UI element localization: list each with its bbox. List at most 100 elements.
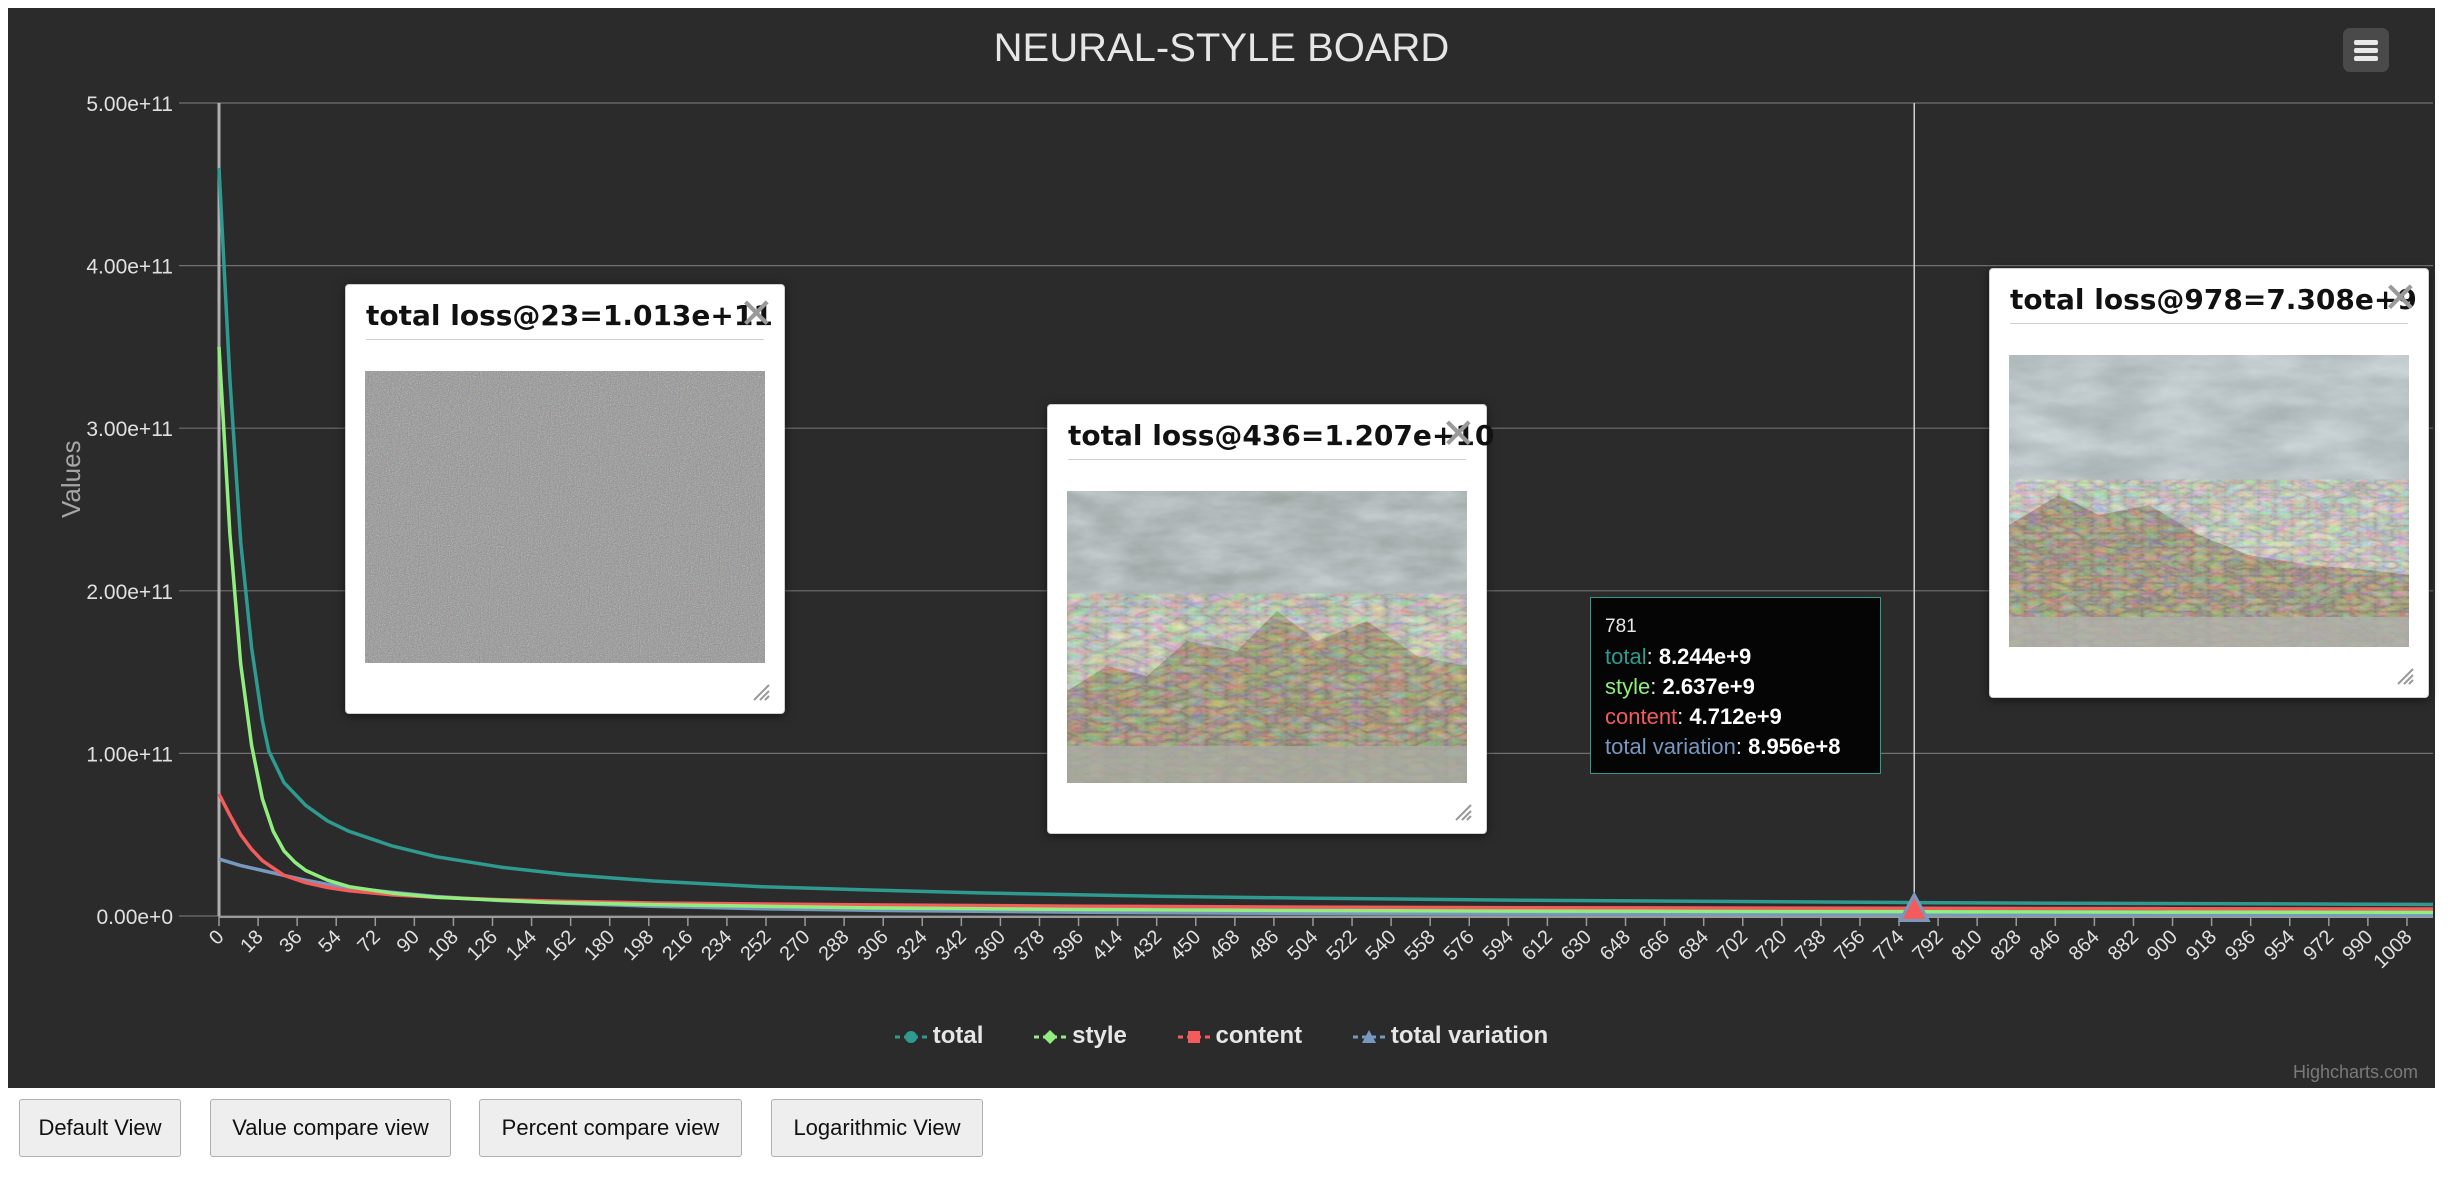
diamond-marker-icon — [1034, 1029, 1067, 1044]
thumbnail-title: total loss@23=1.013e+11 — [366, 299, 773, 332]
x-tick-label: 936 — [2221, 926, 2260, 965]
x-tick-label: 864 — [2065, 926, 2104, 965]
thumbnail-title: total loss@978=7.308e+9 — [2010, 283, 2417, 316]
x-tick-label: 90 — [393, 926, 424, 957]
thumbnail-popup-436[interactable]: total loss@436=1.207e+10 ✕ — [1047, 404, 1494, 834]
x-tick-label: 180 — [580, 926, 619, 965]
x-tick-label: 684 — [1674, 926, 1713, 965]
tooltip-header: 781 — [1605, 616, 1637, 637]
noise-image — [365, 371, 765, 663]
x-tick-label: 432 — [1127, 926, 1166, 965]
stylized-mountains-image — [1067, 491, 1467, 783]
logarithmic-view-button[interactable]: Logarithmic View — [771, 1099, 983, 1157]
chart-legend: total style content total variation — [8, 1022, 2435, 1050]
tooltip-row-style: style: 2.637e+9 — [1605, 674, 1755, 699]
y-tick-label: 0.00e+0 — [97, 906, 174, 929]
x-tick-label: 252 — [736, 926, 775, 965]
x-tick-label: 738 — [1791, 926, 1830, 965]
close-x-icon[interactable]: ✕ — [739, 289, 774, 338]
x-tick-label: 342 — [932, 926, 971, 965]
x-tick-label: 882 — [2104, 926, 2143, 965]
x-tick-label: 576 — [1440, 926, 1479, 965]
x-tick-label: 720 — [1752, 926, 1791, 965]
x-tick-label: 666 — [1635, 926, 1674, 965]
x-tick-label: 324 — [893, 926, 932, 965]
circle-marker-icon — [894, 1030, 927, 1043]
resize-grip-icon[interactable] — [1454, 803, 1472, 821]
y-axis-title: Values — [56, 440, 86, 518]
tooltip-row-total-variation: total variation: 8.956e+8 — [1605, 734, 1841, 759]
x-tick-label: 522 — [1322, 926, 1361, 965]
legend-label-total: total — [932, 1022, 984, 1049]
x-tick-label: 558 — [1401, 926, 1440, 965]
x-tick-label: 414 — [1088, 926, 1127, 965]
tooltip-row-content: content: 4.712e+9 — [1605, 704, 1782, 729]
x-tick-label: 702 — [1713, 926, 1752, 965]
close-x-icon[interactable]: ✕ — [1441, 409, 1476, 458]
x-tick-label: 234 — [697, 926, 736, 965]
legend-label-style: style — [1072, 1022, 1127, 1049]
x-tick-label: 396 — [1049, 926, 1088, 965]
x-tick-label: 594 — [1479, 926, 1518, 965]
x-tick-label: 216 — [658, 926, 697, 965]
credits-link[interactable]: Highcharts.com — [2293, 1062, 2418, 1083]
tooltip-row-total: total: 8.244e+9 — [1605, 644, 1752, 669]
x-tick-label: 54 — [314, 926, 345, 957]
x-tick-label: 360 — [971, 926, 1010, 965]
y-tick-label: 3.00e+11 — [86, 418, 173, 441]
y-tick-label: 4.00e+11 — [86, 256, 173, 279]
divider — [366, 339, 764, 340]
x-tick-label: 144 — [502, 926, 541, 965]
x-tick-label: 468 — [1205, 926, 1244, 965]
triangle-marker-icon — [1352, 1029, 1385, 1043]
thumbnail-popup-23[interactable]: total loss@23=1.013e+11 ✕ — [345, 284, 785, 714]
x-tick-label: 0 — [205, 926, 228, 949]
x-tick-label: 270 — [775, 926, 814, 965]
x-tick-label: 846 — [2026, 926, 2065, 965]
x-tick-label: 774 — [1869, 926, 1908, 965]
x-tick-label: 810 — [1948, 926, 1987, 965]
chart-title: NEURAL-STYLE BOARD — [993, 26, 1450, 70]
legend-item-total[interactable]: total — [894, 1022, 984, 1050]
x-tick-label: 756 — [1830, 926, 1869, 965]
legend-item-total-variation[interactable]: total variation — [1352, 1022, 1549, 1050]
x-tick-label: 828 — [1987, 926, 2026, 965]
x-tick-label: 918 — [2182, 926, 2221, 965]
square-marker-icon — [1177, 1030, 1210, 1043]
divider — [1068, 459, 1466, 460]
x-tick-label: 900 — [2143, 926, 2182, 965]
legend-item-style[interactable]: style — [1034, 1022, 1127, 1050]
x-tick-label: 630 — [1557, 926, 1596, 965]
percent-compare-view-button[interactable]: Percent compare view — [479, 1099, 742, 1157]
thumbnail-popup-978[interactable]: total loss@978=7.308e+9 ✕ — [1989, 268, 2429, 698]
x-tick-label: 126 — [463, 926, 502, 965]
x-tick-label: 18 — [236, 926, 267, 957]
y-tick-label: 5.00e+11 — [86, 93, 173, 116]
x-tick-label: 288 — [815, 926, 854, 965]
x-tick-label: 504 — [1283, 926, 1322, 965]
y-tick-label: 2.00e+11 — [86, 581, 173, 604]
x-tick-label: 378 — [1010, 926, 1049, 965]
x-tick-label: 162 — [541, 926, 580, 965]
x-tick-label: 108 — [424, 926, 463, 965]
legend-label-total-variation: total variation — [1390, 1022, 1549, 1049]
x-tick-label: 1008 — [2369, 926, 2416, 973]
x-tick-label: 972 — [2299, 926, 2338, 965]
x-tick-label: 612 — [1518, 926, 1557, 965]
x-tick-label: 792 — [1908, 926, 1947, 965]
x-tick-label: 36 — [275, 926, 306, 957]
x-tick-label: 198 — [619, 926, 658, 965]
default-view-button[interactable]: Default View — [19, 1099, 181, 1157]
value-compare-view-button[interactable]: Value compare view — [210, 1099, 451, 1157]
resize-grip-icon[interactable] — [2396, 667, 2414, 685]
x-tick-label: 954 — [2260, 926, 2299, 965]
legend-item-content[interactable]: content — [1177, 1022, 1303, 1050]
legend-label-content: content — [1215, 1022, 1303, 1049]
chart-menu-button[interactable] — [2343, 28, 2389, 72]
x-tick-label: 648 — [1596, 926, 1635, 965]
close-x-icon[interactable]: ✕ — [2383, 273, 2418, 322]
x-tick-label: 72 — [354, 926, 385, 957]
resize-grip-icon[interactable] — [752, 683, 770, 701]
y-tick-label: 1.00e+11 — [86, 743, 173, 766]
x-tick-label: 306 — [854, 926, 893, 965]
